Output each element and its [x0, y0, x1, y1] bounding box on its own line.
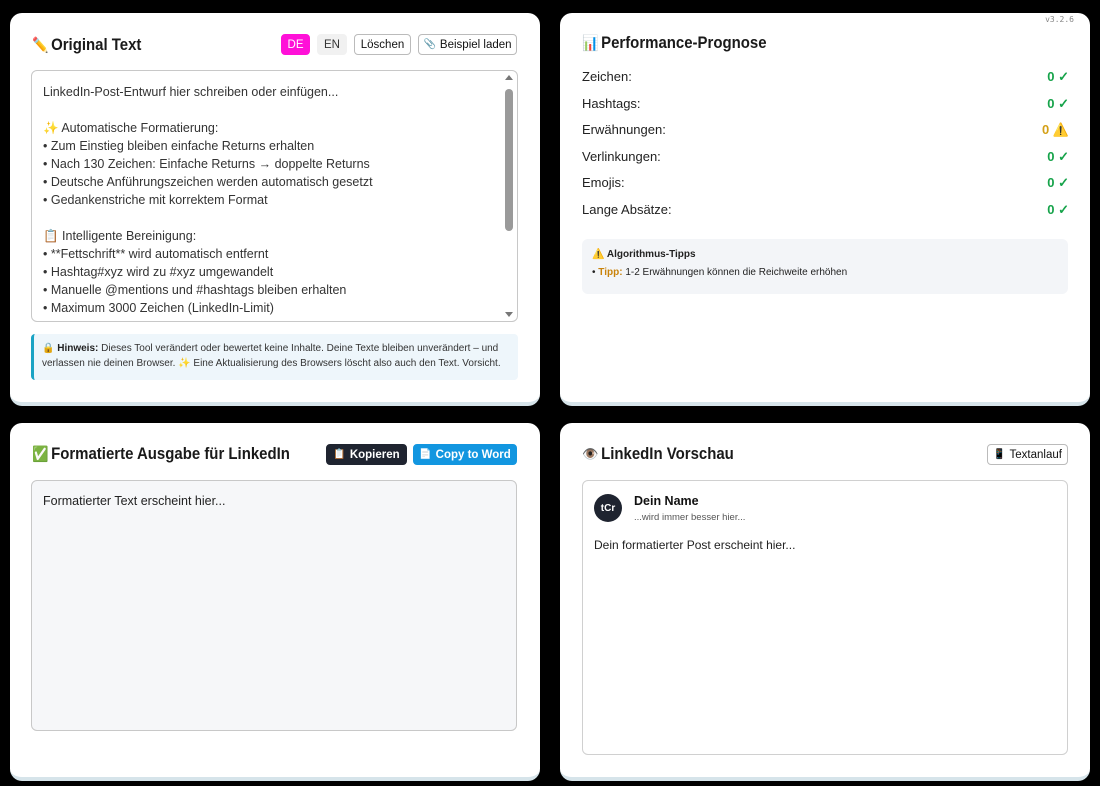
tips-title: ⚠️ Algorithmus-Tipps	[592, 249, 696, 260]
clear-button[interactable]: Löschen	[354, 34, 411, 55]
text-flow-button[interactable]: 📱 Textanlauf	[987, 444, 1068, 465]
metric-row: Verlinkungen: 0 ✓	[582, 149, 1069, 167]
placeholder-line: • **Fettschrift** wird automatisch entfe…	[43, 247, 269, 261]
placeholder-line: LinkedIn-Post-Entwurf hier schreiben ode…	[43, 85, 339, 99]
tip-line: • Tipp: 1-2 Erwähnungen können die Reich…	[592, 267, 1058, 278]
copy-to-word-label: Copy to Word	[435, 448, 511, 461]
metric-label: Emojis:	[582, 175, 625, 191]
metric-label: Hashtags:	[582, 95, 641, 111]
algorithm-tips: ⚠️ Algorithmus-Tipps • Tipp: 1-2 Erwähnu…	[582, 239, 1068, 294]
post-placeholder: Dein formatierter Post erscheint hier...	[594, 538, 796, 552]
output-title: ✅ Formatierte Ausgabe für LinkedIn	[32, 444, 290, 464]
placeholder-line: • Zum Einstieg bleiben einfache Returns …	[43, 139, 315, 153]
check-icon: ✅	[32, 446, 49, 463]
bar-chart-icon: 📊	[582, 35, 599, 52]
preview-title: 👁️ LinkedIn Vorschau	[582, 444, 734, 464]
tip-text: 1-2 Erwähnungen können die Reichweite er…	[622, 267, 848, 278]
metric-value: 0 ✓	[1047, 148, 1069, 164]
placeholder-line: • Maximum 3000 Zeichen (LinkedIn-Limit)	[43, 301, 274, 315]
paperclip-icon: 📎	[423, 39, 436, 50]
scroll-thumb[interactable]	[505, 89, 513, 231]
placeholder-line: • Deutsche Anführungszeichen werden auto…	[43, 175, 373, 189]
metric-label: Erwähnungen:	[582, 122, 666, 138]
metric-value: 0 ✓	[1047, 95, 1069, 111]
formatted-output[interactable]: Formatierter Text erscheint hier...	[31, 480, 517, 731]
metric-value: 0 ✓	[1047, 202, 1069, 217]
preview-card: 👁️ LinkedIn Vorschau 📱 Textanlauf tCr Dein…	[560, 423, 1090, 781]
load-example-label: Beispiel laden	[439, 38, 512, 51]
author-name: Dein Name	[634, 494, 699, 508]
original-text-title-label: Original Text	[51, 35, 142, 54]
output-placeholder: Formatierter Text erscheint hier...	[43, 494, 226, 508]
metric-row: Zeichen: 0 ✓	[582, 69, 1069, 87]
metric-row: Hashtags: 0 ✓	[582, 96, 1069, 114]
copy-to-word-button[interactable]: 📄 Copy to Word	[413, 444, 517, 465]
document-icon: 📄	[419, 449, 432, 460]
placeholder-line: • Manuelle @mentions und #hashtags bleib…	[43, 283, 347, 297]
performance-card: v3.2.6 📊 Performance-Prognose Zeichen: 0 ✓…	[560, 13, 1090, 406]
placeholder-line	[43, 209, 497, 227]
phone-icon: 📱	[993, 449, 1006, 460]
placeholder-line: • Nach 130 Zeichen: Einfache Returns → d…	[43, 157, 370, 171]
lock-icon: 🔒	[42, 343, 55, 354]
output-card: ✅ Formatierte Ausgabe für LinkedIn 📋 Kopie…	[10, 423, 540, 781]
metric-value: 0 ✓	[1047, 175, 1069, 191]
metric-row: Lange Absätze: 0 ✓	[582, 202, 1069, 220]
eye-icon: 👁️	[582, 446, 599, 463]
clipboard-icon: 📋	[333, 449, 346, 460]
pencil-icon: ✏️	[32, 37, 49, 54]
original-text-placeholder: LinkedIn-Post-Entwurf hier schreiben ode…	[43, 83, 497, 317]
version-label: v3.2.6	[1045, 15, 1074, 24]
copy-button[interactable]: 📋 Kopieren	[326, 444, 407, 465]
lang-de-button[interactable]: DE	[281, 34, 310, 55]
load-example-button[interactable]: 📎 Beispiel laden	[418, 34, 517, 55]
output-title-label: Formatierte Ausgabe für LinkedIn	[51, 444, 290, 463]
placeholder-line	[43, 101, 497, 119]
performance-title: 📊 Performance-Prognose	[582, 33, 767, 53]
metric-row: Erwähnungen: 0 ⚠️	[582, 122, 1069, 140]
placeholder-line: 📋 Intelligente Bereinigung:	[43, 229, 197, 243]
textarea-scrollbar[interactable]	[504, 75, 514, 317]
scroll-up-icon[interactable]	[505, 75, 513, 80]
placeholder-line: ✨ Automatische Formatierung:	[43, 121, 219, 135]
tip-key: Tipp:	[598, 267, 623, 278]
linkedin-preview: tCr Dein Name ...wird immer besser hier.…	[582, 480, 1068, 755]
metric-label: Lange Absätze:	[582, 202, 672, 217]
metric-label: Zeichen:	[582, 69, 632, 84]
hint-text: Dieses Tool verändert oder bewertet kein…	[42, 343, 501, 369]
privacy-hint: 🔒 Hinweis: Dieses Tool verändert oder be…	[31, 334, 518, 380]
hint-label: Hinweis:	[57, 343, 99, 354]
performance-title-label: Performance-Prognose	[601, 33, 767, 52]
original-text-card: ✏️ Original Text DE EN Löschen 📎 Beispiel …	[10, 13, 540, 406]
original-text-input[interactable]: LinkedIn-Post-Entwurf hier schreiben ode…	[31, 70, 518, 322]
scroll-down-icon[interactable]	[505, 312, 513, 317]
lang-en-button[interactable]: EN	[317, 34, 347, 55]
metric-value: 0 ⚠️	[1041, 122, 1069, 138]
author-headline: ...wird immer besser hier...	[634, 512, 746, 523]
text-flow-label: Textanlauf	[1009, 448, 1062, 461]
metric-row: Emojis: 0 ✓	[582, 175, 1069, 193]
avatar: tCr	[594, 494, 622, 522]
placeholder-line: • Hashtag#xyz wird zu #xyz umgewandelt	[43, 265, 274, 279]
metric-value: 0 ✓	[1047, 69, 1069, 84]
preview-title-label: LinkedIn Vorschau	[601, 444, 734, 463]
original-text-title: ✏️ Original Text	[32, 35, 141, 55]
copy-label: Kopieren	[349, 448, 400, 461]
metric-label: Verlinkungen:	[582, 148, 661, 164]
placeholder-line: • Gedankenstriche mit korrektem Format	[43, 193, 268, 207]
